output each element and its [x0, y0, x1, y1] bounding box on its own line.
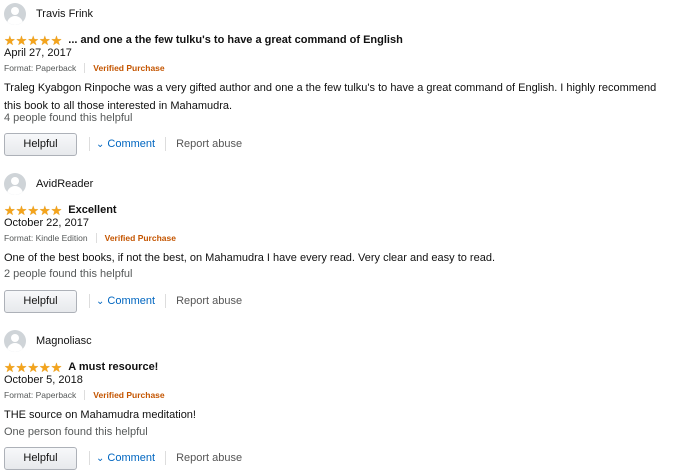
star-icon: ★ [50, 32, 63, 48]
star-rating[interactable]: ★ ★ ★ ★ ★ [4, 34, 62, 47]
verified-purchase-badge: Verified Purchase [104, 233, 176, 243]
star-icon: ★ [15, 32, 28, 48]
review-card: Travis Frink ★ ★ ★ ★ ★ ... and one a the few… [0, 2, 680, 162]
star-icon: ★ [27, 359, 39, 375]
review-body: Traleg Kyabgon Rinpoche was a very gifte… [4, 82, 657, 112]
review-actions: Helpful ⌄ Comment Report abuse [4, 289, 242, 313]
divider [84, 390, 86, 400]
review-date: October 5, 2018 [4, 374, 83, 386]
verified-purchase-badge: Verified Purchase [93, 390, 165, 400]
comment-link[interactable]: ⌄ Comment [96, 452, 155, 464]
review-body: THE source on Mahamudra meditation! [4, 409, 196, 421]
review-body: One of the best books, if not the best, … [4, 252, 496, 264]
review-format[interactable]: Format: Paperback [4, 390, 76, 400]
review-date: October 22, 2017 [4, 217, 90, 229]
divider [84, 63, 86, 73]
star-rating[interactable]: ★ ★ ★ ★ ★ [4, 204, 62, 217]
helpful-count: 2 people found this helpful [4, 268, 133, 280]
star-icon: ★ [38, 359, 51, 375]
comment-link[interactable]: ⌄ Comment [96, 138, 155, 150]
star-icon: ★ [27, 32, 39, 48]
divider [165, 294, 167, 308]
divider [89, 137, 90, 151]
star-icon: ★ [4, 202, 16, 218]
divider [95, 233, 97, 243]
helpful-count: One person found this helpful [4, 426, 148, 438]
helpful-count: 4 people found this helpful [4, 112, 133, 124]
review-card: Magnoliasc ★ ★ ★ ★ ★ A must resource! Octobe… [0, 329, 680, 472]
star-icon: ★ [38, 202, 51, 218]
helpful-button[interactable]: Helpful [4, 289, 77, 313]
star-icon: ★ [27, 202, 39, 218]
comment-label: Comment [107, 138, 156, 150]
user-avatar-icon[interactable] [4, 330, 26, 352]
comment-label: Comment [107, 452, 156, 464]
review-title-row: ★ ★ ★ ★ ★ Excellent [4, 203, 117, 217]
helpful-button[interactable]: Helpful [4, 446, 77, 470]
chevron-down-icon: ⌄ [96, 452, 105, 464]
chevron-down-icon: ⌄ [96, 138, 105, 150]
divider [89, 451, 90, 465]
review-title[interactable]: ... and one a the few tulku's to have a … [68, 34, 403, 46]
report-abuse-link[interactable]: Report abuse [176, 452, 242, 464]
reviewer-profile[interactable]: AvidReader [4, 172, 93, 196]
review-title[interactable]: A must resource! [68, 361, 158, 373]
star-icon: ★ [15, 359, 28, 375]
review-meta: Format: Paperback Verified Purchase [4, 63, 165, 73]
comment-link[interactable]: ⌄ Comment [96, 295, 155, 307]
star-icon: ★ [50, 202, 63, 218]
review-actions: Helpful ⌄ Comment Report abuse [4, 132, 242, 156]
review-title[interactable]: Excellent [68, 204, 116, 216]
review-meta: Format: Kindle Edition Verified Purchase [4, 233, 176, 243]
divider [165, 137, 167, 151]
user-avatar-icon[interactable] [4, 173, 26, 195]
review-format[interactable]: Format: Paperback [4, 63, 76, 73]
helpful-button[interactable]: Helpful [4, 132, 77, 156]
review-actions: Helpful ⌄ Comment Report abuse [4, 446, 242, 470]
review-title-row: ★ ★ ★ ★ ★ A must resource! [4, 360, 158, 374]
reviewer-profile[interactable]: Travis Frink [4, 2, 93, 26]
user-avatar-icon[interactable] [4, 3, 26, 25]
review-card: AvidReader ★ ★ ★ ★ ★ Excellent October 22, 2… [0, 172, 680, 322]
reviewer-name[interactable]: Magnoliasc [36, 335, 92, 347]
reviewer-profile[interactable]: Magnoliasc [4, 329, 92, 353]
reviewer-name[interactable]: Travis Frink [36, 8, 93, 20]
report-abuse-link[interactable]: Report abuse [176, 138, 242, 150]
review-format[interactable]: Format: Kindle Edition [4, 233, 88, 243]
star-icon: ★ [4, 359, 16, 375]
chevron-down-icon: ⌄ [96, 295, 105, 307]
star-rating[interactable]: ★ ★ ★ ★ ★ [4, 361, 62, 374]
reviewer-name[interactable]: AvidReader [36, 178, 93, 190]
divider [165, 451, 167, 465]
review-meta: Format: Paperback Verified Purchase [4, 390, 165, 400]
verified-purchase-badge: Verified Purchase [93, 63, 165, 73]
report-abuse-link[interactable]: Report abuse [176, 295, 242, 307]
review-title-row: ★ ★ ★ ★ ★ ... and one a the few tulku's to h… [4, 33, 403, 47]
comment-label: Comment [107, 295, 156, 307]
star-icon: ★ [38, 32, 51, 48]
divider [89, 294, 90, 308]
star-icon: ★ [15, 202, 28, 218]
star-icon: ★ [50, 359, 63, 375]
star-icon: ★ [4, 32, 16, 48]
review-date: April 27, 2017 [4, 47, 72, 59]
